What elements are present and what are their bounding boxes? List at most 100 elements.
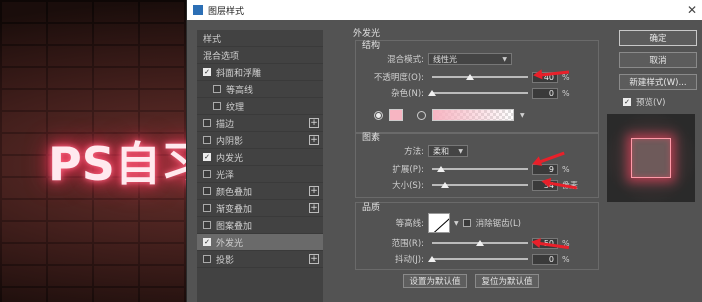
add-effect-icon[interactable]: + xyxy=(309,118,319,128)
chevron-down-icon[interactable]: ▼ xyxy=(454,220,459,227)
opacity-slider-handle[interactable] xyxy=(466,74,475,80)
style-checkbox[interactable] xyxy=(203,119,211,127)
style-list-item-label: 外发光 xyxy=(216,238,244,249)
style-list-item[interactable]: 光泽 xyxy=(197,166,323,183)
blend-mode-label: 混合模式: xyxy=(387,55,424,65)
gradient-radio[interactable] xyxy=(417,110,426,120)
style-list-item[interactable]: ✓ 内发光 xyxy=(197,149,323,166)
style-list-item[interactable]: ✓ 斜面和浮雕 xyxy=(197,64,323,81)
jitter-input[interactable]: 0 xyxy=(532,253,558,265)
style-list-item-label: 投影 xyxy=(216,255,235,266)
method-label: 方法: xyxy=(404,147,424,157)
style-list-item-label: 纹理 xyxy=(226,102,245,113)
style-checkbox[interactable] xyxy=(213,102,221,110)
preview-label: 预览(V) xyxy=(636,98,666,108)
layer-style-dialog: 图层样式 ✕ 样式 混合选项 ✓ 斜面和浮雕等高线纹理描边 + 内阴影 + ✓ 内发光光泽颜色… xyxy=(186,0,702,302)
antialias-checkbox[interactable] xyxy=(462,219,471,227)
reset-default-button[interactable]: 复位为默认值 xyxy=(475,274,539,288)
style-list-item-label: 渐变叠加 xyxy=(216,204,253,215)
style-checkbox[interactable] xyxy=(213,85,221,93)
chevron-down-icon: ▼ xyxy=(458,147,463,155)
jitter-slider-handle[interactable] xyxy=(428,256,436,262)
style-checkbox[interactable]: ✓ xyxy=(203,238,211,246)
blend-mode-select[interactable]: 线性光 ▼ xyxy=(428,53,512,65)
size-slider[interactable] xyxy=(432,182,528,188)
jitter-slider[interactable] xyxy=(428,256,528,262)
style-list-item[interactable]: 渐变叠加 + xyxy=(197,200,323,217)
photoshop-icon xyxy=(193,5,203,15)
set-default-button[interactable]: 设置为默认值 xyxy=(403,274,467,288)
style-list-item[interactable]: 投影 + xyxy=(197,251,323,268)
style-preview-thumbnail xyxy=(607,114,695,202)
method-select[interactable]: 柔和 ▼ xyxy=(428,145,468,157)
structure-title: 结构 xyxy=(362,41,381,51)
chevron-down-icon[interactable]: ▼ xyxy=(520,112,525,119)
style-list-item-label: 图案叠加 xyxy=(216,221,253,232)
preview-row: ✓ 预览(V) xyxy=(623,96,665,108)
dialog-titlebar: 图层样式 ✕ xyxy=(187,0,702,20)
style-checkbox[interactable] xyxy=(203,187,211,195)
noise-slider-handle[interactable] xyxy=(428,90,436,96)
solid-color-radio[interactable] xyxy=(374,110,383,120)
glow-color-swatch[interactable] xyxy=(389,109,403,121)
style-checkbox[interactable] xyxy=(203,255,211,263)
spread-slider-handle[interactable] xyxy=(436,166,445,172)
spread-unit: % xyxy=(562,164,570,174)
style-checkbox[interactable] xyxy=(203,204,211,212)
chevron-down-icon: ▼ xyxy=(502,55,507,63)
dialog-title: 图层样式 xyxy=(208,6,245,17)
contour-picker[interactable] xyxy=(428,213,450,233)
new-style-button[interactable]: 新建样式(W)... xyxy=(619,74,697,90)
style-list-item-label: 光泽 xyxy=(216,170,235,181)
opacity-label: 不透明度(O): xyxy=(373,73,424,83)
size-slider-handle[interactable] xyxy=(441,182,450,188)
style-list-item-label: 斜面和浮雕 xyxy=(216,68,262,79)
style-list-header: 样式 xyxy=(197,30,323,47)
style-list-item[interactable]: 描边 + xyxy=(197,115,323,132)
style-list-item[interactable]: 颜色叠加 + xyxy=(197,183,323,200)
size-label: 大小(S): xyxy=(392,181,424,191)
add-effect-icon[interactable]: + xyxy=(309,254,319,264)
style-checkbox[interactable]: ✓ xyxy=(203,153,211,161)
quality-group: 品质 等高线: ▼ 消除锯齿(L) 范围(R): 50 % 抖动(J): 0 % xyxy=(355,202,599,270)
noise-input[interactable]: 0 xyxy=(532,87,558,99)
style-list-item-label: 内发光 xyxy=(216,153,244,164)
contour-label: 等高线: xyxy=(395,219,424,229)
outer-glow-panel: 外发光 结构 混合模式: 线性光 ▼ 不透明度(O): 40 % 杂色(N): … xyxy=(345,28,611,302)
add-effect-icon[interactable]: + xyxy=(309,203,319,213)
spread-label: 扩展(P): xyxy=(392,165,424,175)
style-list-item[interactable]: 等高线 xyxy=(197,81,323,98)
style-list-item[interactable]: 内阴影 + xyxy=(197,132,323,149)
method-value: 柔和 xyxy=(433,146,449,156)
style-list-item-label: 混合选项 xyxy=(203,51,240,62)
structure-group: 结构 混合模式: 线性光 ▼ 不透明度(O): 40 % 杂色(N): 0 % xyxy=(355,40,599,134)
range-slider-handle[interactable] xyxy=(476,240,484,246)
style-list-item-label: 等高线 xyxy=(226,85,254,96)
style-checkbox[interactable] xyxy=(203,221,211,229)
quality-title: 品质 xyxy=(362,203,381,213)
style-checkbox[interactable] xyxy=(203,136,211,144)
opacity-slider[interactable] xyxy=(432,74,528,80)
style-list-item[interactable]: 纹理 xyxy=(197,98,323,115)
glow-gradient-picker[interactable] xyxy=(432,109,514,121)
style-list-item[interactable]: 混合选项 xyxy=(197,47,323,64)
add-effect-icon[interactable]: + xyxy=(309,135,319,145)
style-list-item[interactable]: 图案叠加 xyxy=(197,217,323,234)
jitter-label: 抖动(J): xyxy=(394,255,424,265)
ok-button[interactable]: 确定 xyxy=(619,30,697,46)
style-checkbox[interactable] xyxy=(203,170,211,178)
preview-checkbox[interactable]: ✓ xyxy=(623,98,631,106)
jitter-unit: % xyxy=(562,254,570,264)
range-label: 范围(R): xyxy=(391,239,424,249)
elements-group: 图素 方法: 柔和 ▼ 扩展(P): 9 % 大小(S): 34 像素 xyxy=(355,132,599,198)
add-effect-icon[interactable]: + xyxy=(309,186,319,196)
noise-label: 杂色(N): xyxy=(391,89,424,99)
close-icon[interactable]: ✕ xyxy=(682,3,702,17)
antialias-label: 消除锯齿(L) xyxy=(475,219,521,229)
style-list-item[interactable]: ✓ 外发光 xyxy=(197,234,323,251)
range-slider[interactable] xyxy=(432,240,528,246)
spread-slider[interactable] xyxy=(432,166,528,172)
noise-slider[interactable] xyxy=(428,90,528,96)
cancel-button[interactable]: 取消 xyxy=(619,52,697,68)
style-checkbox[interactable]: ✓ xyxy=(203,68,211,76)
